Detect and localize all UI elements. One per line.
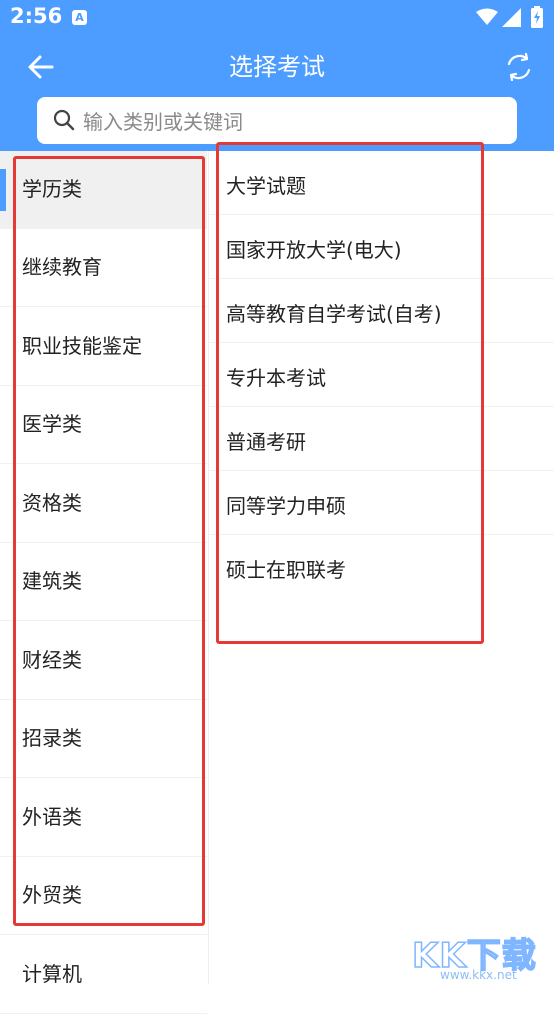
search-input[interactable] [81, 97, 505, 146]
sidebar-item-jixu[interactable]: 继续教育 [0, 229, 207, 307]
sidebar-item-label: 招录类 [22, 726, 82, 750]
sidebar-item-xueli[interactable]: 学历类 [0, 151, 207, 229]
sidebar-item-jisuanji[interactable]: 计算机 [0, 936, 207, 1014]
sidebar-item-label: 学历类 [22, 177, 82, 201]
app-notification-icon: A [72, 10, 87, 25]
exam-item-zaizhi-liankao[interactable]: 硕士在职联考 [208, 535, 554, 599]
status-time: 2:56 [10, 4, 63, 28]
exam-item-label: 普通考研 [226, 430, 306, 454]
exam-item-zhuanshengben[interactable]: 专升本考试 [208, 343, 554, 407]
search-icon [53, 109, 75, 131]
exam-item-label: 大学试题 [226, 174, 306, 198]
sidebar-item-waiyu[interactable]: 外语类 [0, 779, 207, 857]
sidebar-item-caijing[interactable]: 财经类 [0, 622, 207, 700]
sidebar-item-label: 建筑类 [22, 569, 82, 593]
search-box[interactable] [37, 97, 517, 146]
wifi-icon [476, 8, 498, 25]
sidebar-item-label: 医学类 [22, 412, 82, 436]
watermark: KK下载 www.kkx.net [411, 928, 552, 984]
sidebar-item-label: 继续教育 [22, 255, 102, 279]
battery-icon [531, 6, 543, 28]
exam-item-daxue-shiti[interactable]: 大学试题 [208, 151, 554, 215]
sidebar-item-label: 外贸类 [22, 883, 82, 907]
sidebar-item-yixue[interactable]: 医学类 [0, 386, 207, 464]
exam-item-kaifang-daxue[interactable]: 国家开放大学(电大) [208, 215, 554, 279]
exam-item-label: 专升本考试 [226, 366, 326, 390]
sidebar-item-label: 财经类 [22, 648, 82, 672]
sidebar-item-label: 资格类 [22, 491, 82, 515]
sidebar-item-label: 外语类 [22, 805, 82, 829]
exam-item-kaoyan[interactable]: 普通考研 [208, 407, 554, 471]
exam-item-shenshuo[interactable]: 同等学力申硕 [208, 471, 554, 535]
status-bar: 2:56 A [0, 0, 554, 36]
sidebar-item-waimao[interactable]: 外贸类 [0, 857, 207, 935]
page-title: 选择考试 [229, 53, 325, 81]
refresh-icon[interactable] [504, 52, 534, 82]
app-header: 2:56 A 选择考试 [0, 0, 554, 151]
exam-item-label: 高等教育自学考试(自考) [226, 302, 442, 326]
exam-item-zikao[interactable]: 高等教育自学考试(自考) [208, 279, 554, 343]
sidebar-item-zhiye[interactable]: 职业技能鉴定 [0, 308, 207, 386]
sidebar-item-label: 计算机 [22, 962, 82, 986]
watermark-url: www.kkx.net [440, 968, 517, 982]
sidebar-item-label: 职业技能鉴定 [22, 334, 142, 358]
signal-icon [502, 8, 521, 27]
category-sidebar: 学历类 继续教育 职业技能鉴定 医学类 资格类 建筑类 财经类 招录类 外语类 … [0, 151, 209, 1014]
exam-item-label: 同等学力申硕 [226, 494, 346, 518]
sidebar-item-jianzhu[interactable]: 建筑类 [0, 543, 207, 621]
sidebar-item-zhaolu[interactable]: 招录类 [0, 700, 207, 778]
exam-item-label: 国家开放大学(电大) [226, 238, 402, 262]
exam-item-label: 硕士在职联考 [226, 558, 346, 582]
sidebar-item-zige[interactable]: 资格类 [0, 465, 207, 543]
